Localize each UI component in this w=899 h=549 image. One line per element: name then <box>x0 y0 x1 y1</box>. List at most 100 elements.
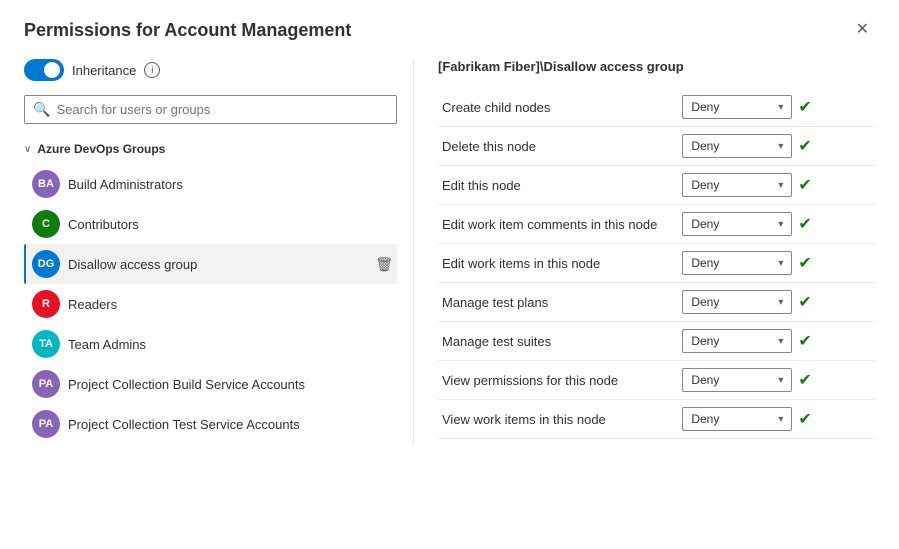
permission-status-icon: ✔ <box>798 175 811 195</box>
permission-value: Deny <box>691 256 778 270</box>
permission-name: View work items in this node <box>438 400 678 439</box>
permissions-table: Create child nodesDeny▾✔Delete this node… <box>438 88 875 439</box>
group-name: Team Admins <box>68 337 393 352</box>
group-item[interactable]: R Readers <box>24 284 397 324</box>
permission-status-icon: ✔ <box>798 331 811 351</box>
permission-name: Edit work item comments in this node <box>438 205 678 244</box>
permission-value-cell: Deny▾ ✔ <box>678 205 875 244</box>
permission-name: Manage test suites <box>438 322 678 361</box>
permission-dropdown[interactable]: Deny▾ <box>682 368 792 392</box>
permission-dropdown[interactable]: Deny▾ <box>682 95 792 119</box>
permission-name: View permissions for this node <box>438 361 678 400</box>
group-name: Project Collection Test Service Accounts <box>68 417 393 432</box>
permission-status-icon: ✔ <box>798 97 811 117</box>
dialog: Permissions for Account Management ✕ Inh… <box>0 0 899 549</box>
permission-value: Deny <box>691 217 778 231</box>
content-area: Inheritance i 🔍 ∨ Azure DevOps Groups BA… <box>24 59 875 444</box>
search-input[interactable] <box>56 102 388 117</box>
permission-status-icon: ✔ <box>798 409 811 429</box>
permission-dropdown[interactable]: Deny▾ <box>682 251 792 275</box>
avatar: PA <box>32 370 60 398</box>
group-item[interactable]: C Contributors <box>24 204 397 244</box>
left-panel: Inheritance i 🔍 ∨ Azure DevOps Groups BA… <box>24 59 414 444</box>
chevron-icon: ∨ <box>24 144 31 155</box>
permission-name: Edit work items in this node <box>438 244 678 283</box>
permission-dropdown[interactable]: Deny▾ <box>682 407 792 431</box>
group-item[interactable]: BA Build Administrators <box>24 164 397 204</box>
dropdown-chevron-icon: ▾ <box>778 375 783 386</box>
permission-dropdown[interactable]: Deny▾ <box>682 212 792 236</box>
permission-value: Deny <box>691 178 778 192</box>
dialog-header: Permissions for Account Management ✕ <box>24 20 875 41</box>
group-list: BA Build Administrators C Contributors DG Dis… <box>24 164 397 444</box>
permission-status-icon: ✔ <box>798 214 811 234</box>
avatar: C <box>32 210 60 238</box>
group-item[interactable]: DG Disallow access group 🗑 <box>24 244 397 284</box>
permission-row: Edit work items in this nodeDeny▾✔ <box>438 244 875 283</box>
avatar: R <box>32 290 60 318</box>
dropdown-chevron-icon: ▾ <box>778 219 783 230</box>
avatar: TA <box>32 330 60 358</box>
permission-status-icon: ✔ <box>798 292 811 312</box>
permission-name: Create child nodes <box>438 88 678 127</box>
group-name: Disallow access group <box>68 257 367 272</box>
permission-value-cell: Deny▾ ✔ <box>678 283 875 322</box>
dropdown-chevron-icon: ▾ <box>778 141 783 152</box>
search-icon: 🔍 <box>33 101 50 118</box>
close-button[interactable]: ✕ <box>850 20 875 40</box>
permission-row: Edit this nodeDeny▾✔ <box>438 166 875 205</box>
permission-value-cell: Deny▾ ✔ <box>678 244 875 283</box>
group-item[interactable]: PAProject Collection Build Service Accou… <box>24 364 397 404</box>
group-item[interactable]: PA Project Collection Test Service Accoun… <box>24 404 397 444</box>
dropdown-chevron-icon: ▾ <box>778 336 783 347</box>
group-name: Contributors <box>68 217 393 232</box>
dropdown-chevron-icon: ▾ <box>778 414 783 425</box>
info-icon[interactable]: i <box>144 62 160 78</box>
permission-name: Delete this node <box>438 127 678 166</box>
permission-value: Deny <box>691 100 778 114</box>
permission-value-cell: Deny▾ ✔ <box>678 166 875 205</box>
dropdown-chevron-icon: ▾ <box>778 180 783 191</box>
avatar: DG <box>32 250 60 278</box>
permission-status-icon: ✔ <box>798 253 811 273</box>
permission-status-icon: ✔ <box>798 136 811 156</box>
dialog-title: Permissions for Account Management <box>24 20 351 41</box>
inheritance-row: Inheritance i <box>24 59 397 81</box>
group-section-header: ∨ Azure DevOps Groups <box>24 138 397 160</box>
permission-row: View permissions for this nodeDeny▾✔ <box>438 361 875 400</box>
right-panel: [Fabrikam Fiber]\Disallow access group C… <box>414 59 875 444</box>
group-name: Readers <box>68 297 393 312</box>
permission-row: Create child nodesDeny▾✔ <box>438 88 875 127</box>
permission-row: Manage test plansDeny▾✔ <box>438 283 875 322</box>
permission-value: Deny <box>691 373 778 387</box>
permission-value-cell: Deny▾ ✔ <box>678 400 875 439</box>
search-box: 🔍 <box>24 95 397 124</box>
permission-dropdown[interactable]: Deny▾ <box>682 134 792 158</box>
inheritance-toggle[interactable] <box>24 59 64 81</box>
permission-value: Deny <box>691 139 778 153</box>
avatar: PA <box>32 410 60 438</box>
permission-dropdown[interactable]: Deny▾ <box>682 290 792 314</box>
permission-value: Deny <box>691 334 778 348</box>
permission-value-cell: Deny▾ ✔ <box>678 322 875 361</box>
permission-value-cell: Deny▾ ✔ <box>678 361 875 400</box>
dropdown-chevron-icon: ▾ <box>778 258 783 269</box>
permission-dropdown[interactable]: Deny▾ <box>682 329 792 353</box>
permission-status-icon: ✔ <box>798 370 811 390</box>
inheritance-label: Inheritance <box>72 63 136 78</box>
permission-dropdown[interactable]: Deny▾ <box>682 173 792 197</box>
permission-value: Deny <box>691 295 778 309</box>
permission-value-cell: Deny▾ ✔ <box>678 88 875 127</box>
group-name: Build Administrators <box>68 177 393 192</box>
permission-value: Deny <box>691 412 778 426</box>
group-section-label: Azure DevOps Groups <box>37 142 165 156</box>
permission-row: Manage test suitesDeny▾✔ <box>438 322 875 361</box>
group-item[interactable]: TA Team Admins <box>24 324 397 364</box>
avatar: BA <box>32 170 60 198</box>
permission-row: Edit work item comments in this nodeDeny… <box>438 205 875 244</box>
dropdown-chevron-icon: ▾ <box>778 102 783 113</box>
delete-icon[interactable]: 🗑 <box>375 256 393 273</box>
permission-value-cell: Deny▾ ✔ <box>678 127 875 166</box>
selected-group-title: [Fabrikam Fiber]\Disallow access group <box>438 59 875 74</box>
permission-row: Delete this nodeDeny▾✔ <box>438 127 875 166</box>
